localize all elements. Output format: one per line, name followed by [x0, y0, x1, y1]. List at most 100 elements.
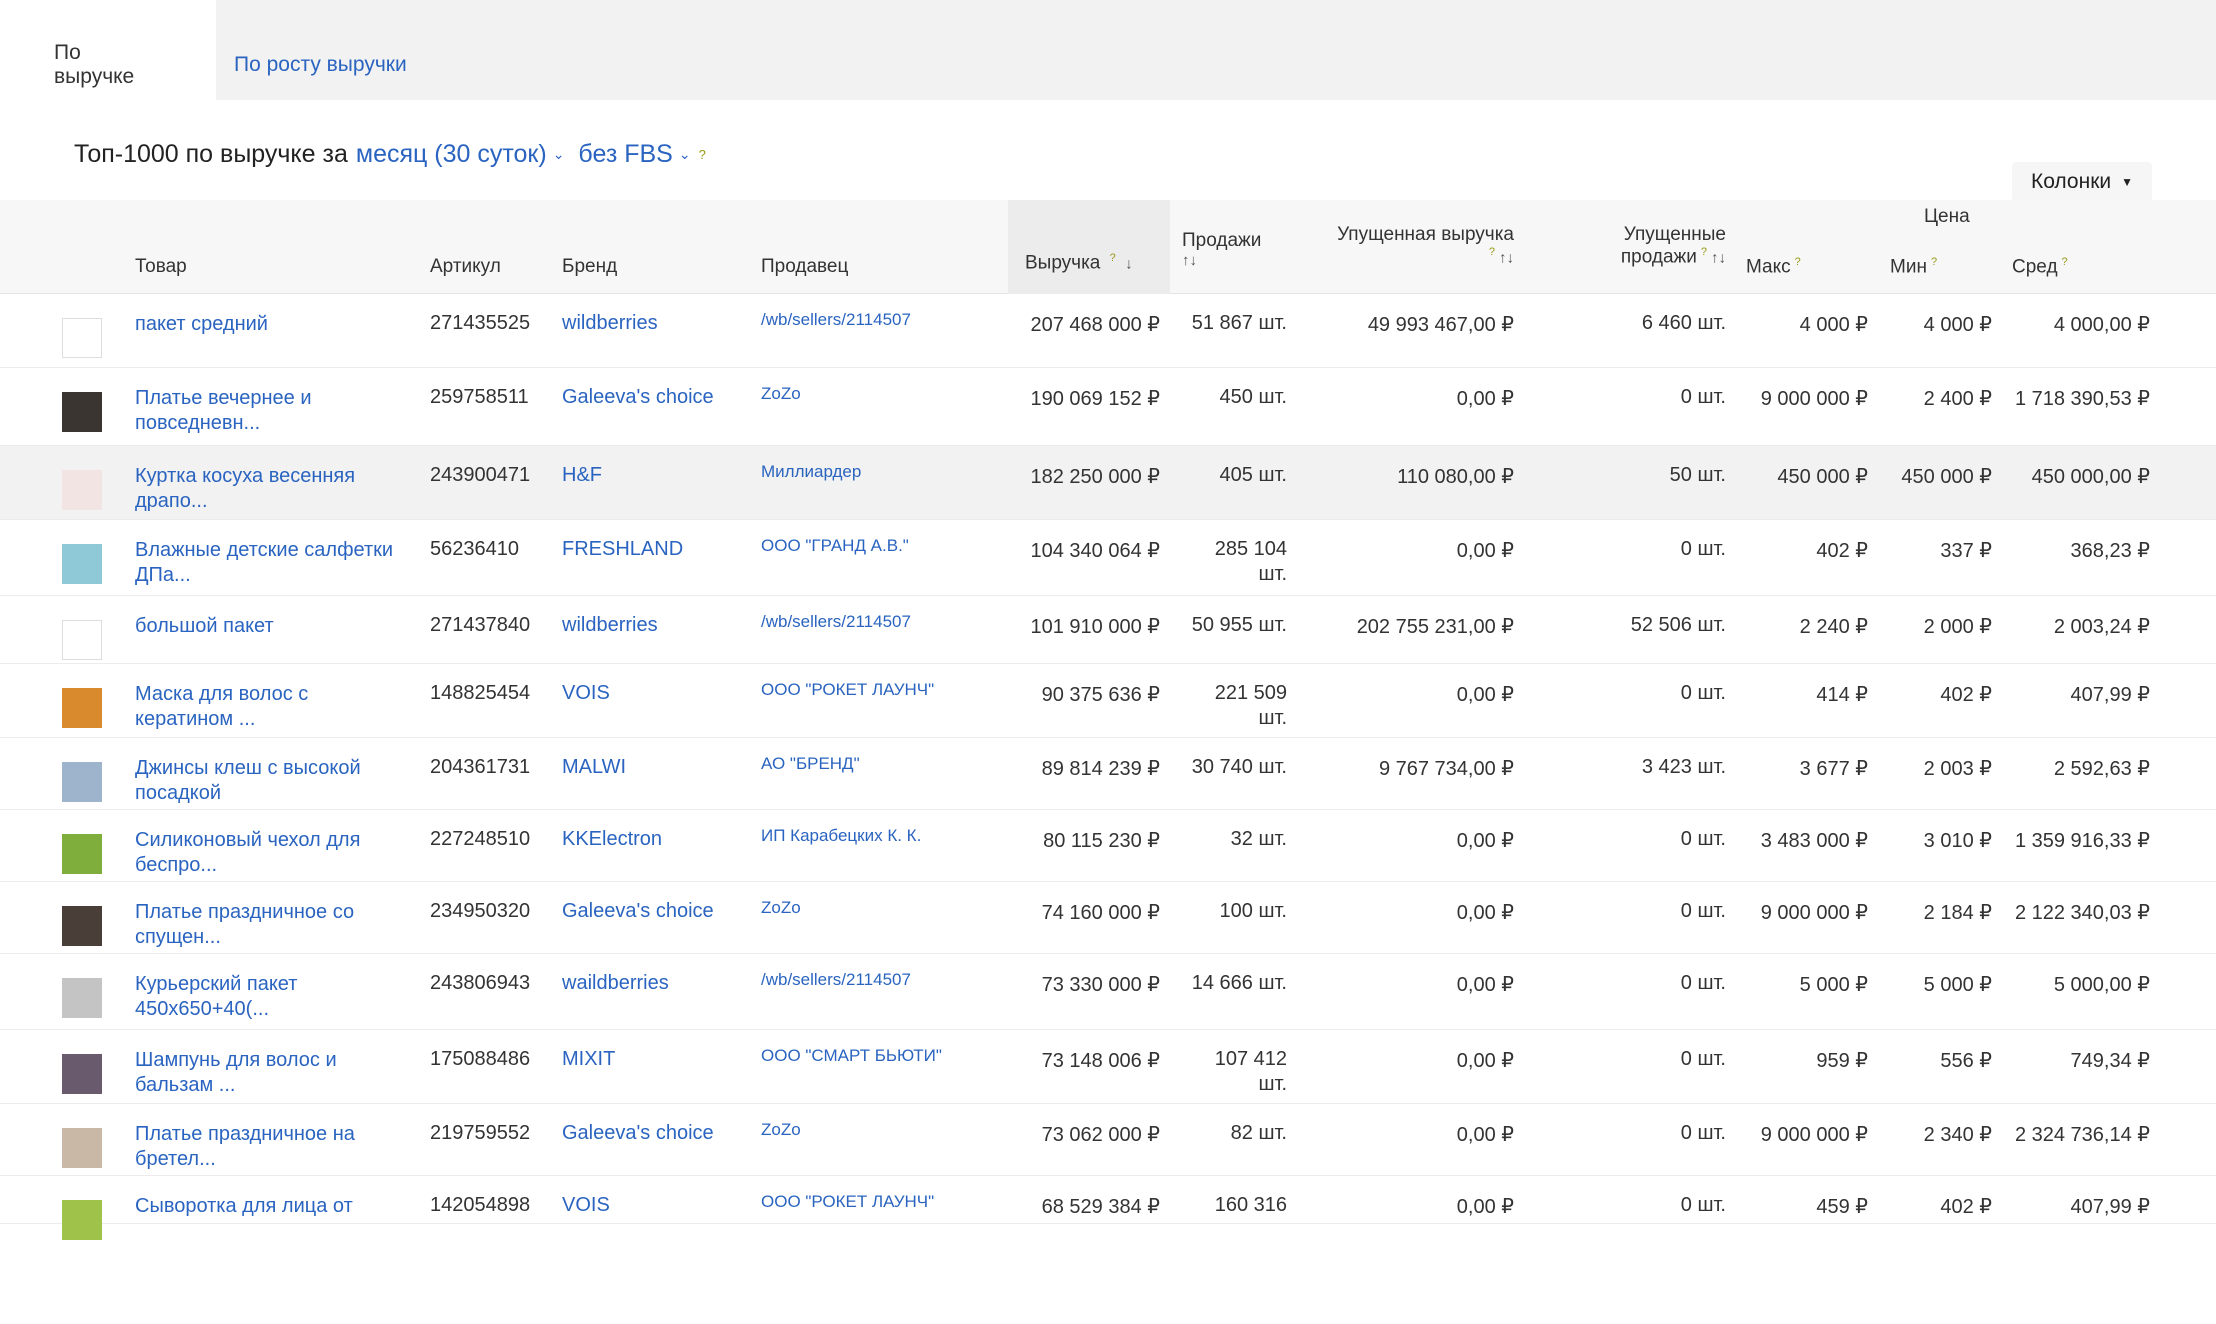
brand-link[interactable]: Galeeva's choice	[562, 386, 714, 409]
seller-link[interactable]: /wb/sellers/2114507	[761, 612, 911, 632]
seller-link[interactable]: ООО "ГРАНД А.В."	[761, 536, 909, 556]
product-name-link[interactable]: Влажные детские салфетки ДПа...	[135, 538, 405, 588]
product-thumbnail[interactable]	[62, 470, 102, 510]
seller-link[interactable]: ООО "РОКЕТ ЛАУНЧ"	[761, 1192, 934, 1212]
tab-by-revenue[interactable]: По выручке	[0, 0, 216, 100]
product-thumbnail[interactable]	[62, 392, 102, 432]
product-name-link[interactable]: Платье вечернее и повседневн...	[135, 386, 405, 436]
product-name-link[interactable]: Маска для волос с кератином ...	[135, 682, 405, 732]
brand-link[interactable]: MALWI	[562, 756, 626, 779]
period-dropdown[interactable]: месяц (30 суток)	[356, 140, 547, 169]
price-min-value: 556 ₽	[1940, 1050, 1992, 1072]
header-article: Артикул	[430, 256, 501, 277]
header-lost-revenue[interactable]: Упущенная выручка ? ↑↓	[1318, 224, 1514, 268]
product-name-link[interactable]: Платье праздничное на бретел...	[135, 1122, 405, 1172]
brand-link[interactable]: wildberries	[562, 312, 658, 335]
chevron-down-icon[interactable]: ⌄	[679, 146, 691, 163]
help-icon[interactable]: ?	[1701, 246, 1707, 258]
seller-link[interactable]: /wb/sellers/2114507	[761, 310, 911, 330]
brand-link[interactable]: waildberries	[562, 972, 669, 995]
product-name-link[interactable]: Курьерский пакет 450x650+40(...	[135, 972, 405, 1022]
sales-value: 405 шт.	[1219, 464, 1287, 486]
brand-link[interactable]: VOIS	[562, 682, 610, 705]
seller-link[interactable]: ООО "РОКЕТ ЛАУНЧ"	[761, 680, 934, 700]
price-max-value: 3 483 000 ₽	[1760, 830, 1868, 852]
header-sales[interactable]: Продажи ↑↓	[1182, 230, 1261, 269]
brand-link[interactable]: FRESHLAND	[562, 538, 683, 561]
header-price-max[interactable]: Макс?	[1746, 256, 1805, 278]
price-min-value: 5 000 ₽	[1923, 974, 1992, 996]
seller-link[interactable]: АО "БРЕНД"	[761, 754, 860, 774]
product-name-link[interactable]: Куртка косуха весенняя драпо...	[135, 464, 405, 514]
product-thumbnail[interactable]	[62, 318, 102, 358]
article-value: 271435525	[430, 312, 531, 334]
product-thumbnail[interactable]	[62, 1128, 102, 1168]
seller-link[interactable]: Миллиардер	[761, 462, 861, 482]
product-thumbnail[interactable]	[62, 688, 102, 728]
seller-link[interactable]: ZoZo	[761, 1120, 801, 1140]
sales-value: 450 шт.	[1219, 386, 1287, 408]
fbs-dropdown[interactable]: без FBS	[578, 140, 672, 169]
product-name-link[interactable]: Силиконовый чехол для беспро...	[135, 828, 405, 878]
header-brand: Бренд	[562, 256, 618, 277]
sort-desc-icon[interactable]: ↓	[1125, 255, 1133, 272]
help-icon[interactable]: ?	[1795, 256, 1801, 268]
brand-link[interactable]: KKElectron	[562, 828, 662, 851]
brand-link[interactable]: MIXIT	[562, 1048, 615, 1071]
brand-link[interactable]: Galeeva's choice	[562, 900, 714, 923]
price-max-value: 2 240 ₽	[1799, 616, 1868, 638]
product-name-link[interactable]: Джинсы клеш с высокой посадкой	[135, 756, 405, 806]
brand-link[interactable]: VOIS	[562, 1194, 610, 1217]
lost-revenue-value: 110 080,00 ₽	[1397, 466, 1514, 488]
product-thumbnail[interactable]	[62, 544, 102, 584]
product-name-link[interactable]: Платье праздничное со спущен...	[135, 900, 405, 950]
product-thumbnail[interactable]	[62, 906, 102, 946]
seller-link[interactable]: ZoZo	[761, 384, 801, 404]
product-name-link[interactable]: пакет средний	[135, 312, 405, 337]
columns-button[interactable]: Колонки ▼	[2012, 162, 2152, 202]
product-thumbnail[interactable]	[62, 1200, 102, 1240]
sort-both-icon[interactable]: ↑↓	[1711, 249, 1726, 266]
price-max-value: 3 677 ₽	[1799, 758, 1868, 780]
seller-link[interactable]: ZoZo	[761, 898, 801, 918]
lost-sales-value: 0 шт.	[1680, 1194, 1726, 1216]
product-name-link[interactable]: Сыворотка для лица от	[135, 1194, 405, 1219]
header-price-min[interactable]: Мин?	[1890, 256, 1941, 278]
article-value: 175088486	[430, 1048, 531, 1070]
sales-value: 32 шт.	[1230, 828, 1287, 850]
lost-sales-value: 0 шт.	[1680, 1122, 1726, 1144]
lost-revenue-value: 0,00 ₽	[1456, 684, 1514, 706]
help-icon[interactable]: ?	[699, 147, 706, 162]
header-price-avg[interactable]: Сред?	[2012, 256, 2072, 278]
product-thumbnail[interactable]	[62, 1054, 102, 1094]
product-thumbnail[interactable]	[62, 762, 102, 802]
lost-revenue-value: 0,00 ₽	[1456, 1196, 1514, 1218]
price-avg-value: 2 122 340,03 ₽	[2014, 902, 2150, 924]
brand-link[interactable]: H&F	[562, 464, 602, 487]
seller-link[interactable]: ООО "СМАРТ БЬЮТИ"	[761, 1046, 942, 1066]
sort-both-icon[interactable]: ↑↓	[1182, 252, 1261, 269]
seller-link[interactable]: ИП Карабецких К. К.	[761, 826, 921, 846]
product-thumbnail[interactable]	[62, 620, 102, 660]
brand-link[interactable]: wildberries	[562, 614, 658, 637]
help-icon[interactable]: ?	[1489, 246, 1495, 258]
price-avg-value: 1 359 916,33 ₽	[2014, 830, 2150, 852]
help-icon[interactable]: ?	[2062, 256, 2068, 268]
brand-link[interactable]: Galeeva's choice	[562, 1122, 714, 1145]
product-name-link[interactable]: большой пакет	[135, 614, 405, 639]
product-thumbnail[interactable]	[62, 834, 102, 874]
lost-sales-value: 50 шт.	[1669, 464, 1726, 486]
header-lost-sales[interactable]: Упущенные продажи? ↑↓	[1560, 224, 1726, 268]
price-avg-value: 2 003,24 ₽	[2053, 616, 2150, 638]
header-revenue[interactable]: Выручка ? ↓	[1025, 252, 1133, 274]
revenue-value: 74 160 000 ₽	[1041, 902, 1160, 924]
seller-link[interactable]: /wb/sellers/2114507	[761, 970, 911, 990]
chevron-down-icon[interactable]: ⌄	[553, 146, 565, 163]
help-icon[interactable]: ?	[1110, 252, 1116, 264]
help-icon[interactable]: ?	[1931, 256, 1937, 268]
product-thumbnail[interactable]	[62, 978, 102, 1018]
lost-sales-value: 0 шт.	[1680, 538, 1726, 560]
product-name-link[interactable]: Шампунь для волос и бальзам ...	[135, 1048, 405, 1098]
tab-by-revenue-growth[interactable]: По росту выручки	[234, 0, 407, 100]
sort-both-icon[interactable]: ↑↓	[1499, 249, 1514, 266]
